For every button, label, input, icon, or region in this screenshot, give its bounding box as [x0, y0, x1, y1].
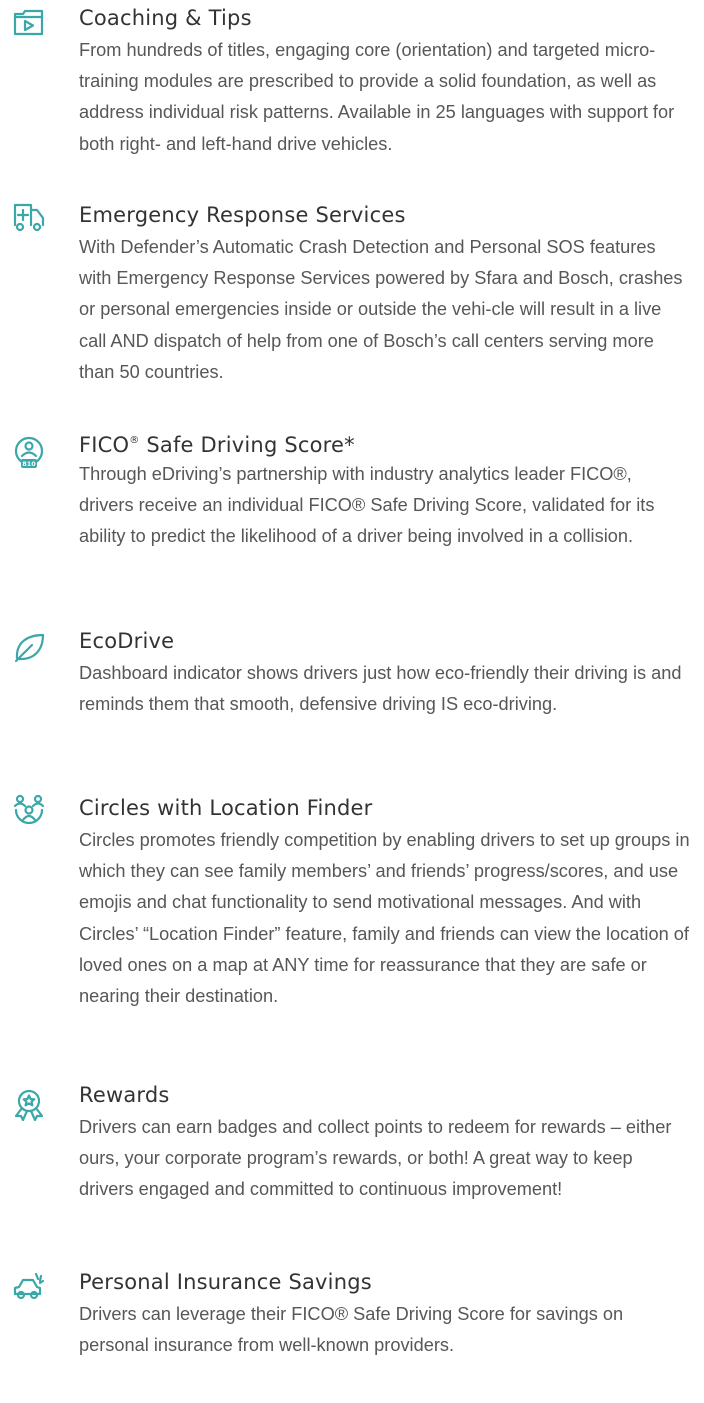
feature-description: Through eDriving’s partnership with indu… [79, 464, 655, 547]
feature-description: Circles promotes friendly competition by… [79, 830, 690, 1007]
group-circle-icon [12, 793, 46, 827]
feature-title: Circles with Location Finder [79, 796, 373, 820]
feature-list: Coaching & Tips From hundreds of titles,… [0, 0, 704, 1403]
car-crash-icon [12, 1268, 46, 1302]
feature-title: FICO® Safe Driving Score* [79, 433, 355, 457]
feature-title: EcoDrive [79, 629, 175, 653]
feature-description: Drivers can earn badges and collect poin… [79, 1117, 672, 1200]
award-badge-icon [12, 1088, 46, 1122]
score-label: 810 [22, 460, 36, 468]
driver-score-icon: 810 [12, 435, 46, 469]
feature-description: From hundreds of titles, engaging core (… [79, 40, 675, 154]
video-play-icon [12, 5, 46, 39]
leaf-icon [12, 630, 46, 664]
feature-description: With Defender’s Automatic Crash Detectio… [79, 237, 683, 382]
feature-title: Emergency Response Services [79, 203, 406, 227]
feature-title: Coaching & Tips [79, 6, 252, 30]
feature-description: Drivers can leverage their FICO® Safe Dr… [79, 1304, 624, 1356]
feature-description: Dashboard indicator shows drivers just h… [79, 663, 682, 715]
feature-title: Personal Insurance Savings [79, 1270, 372, 1294]
feature-title: Rewards [79, 1083, 170, 1107]
ambulance-icon [12, 200, 46, 234]
